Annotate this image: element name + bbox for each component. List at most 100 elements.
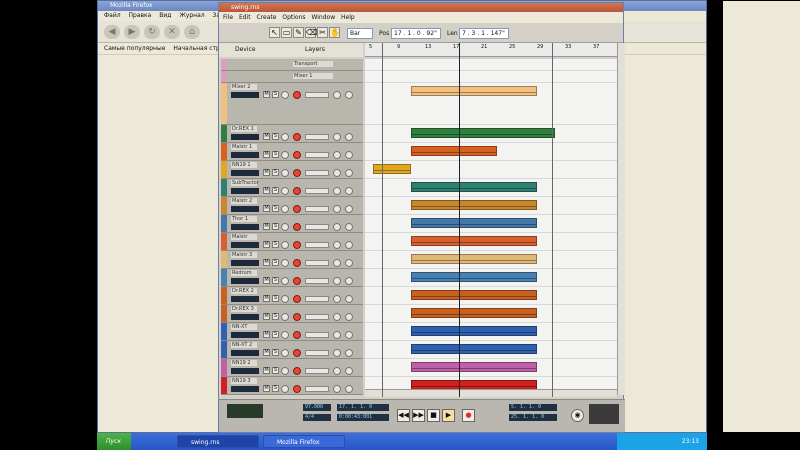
stop-icon[interactable]: ✕ <box>164 25 180 39</box>
mute-button[interactable]: M <box>263 367 270 374</box>
track-lane[interactable] <box>365 197 617 215</box>
record-arm-button[interactable] <box>293 133 301 141</box>
record-arm-button[interactable] <box>293 205 301 213</box>
track-row[interactable]: Dr.REX 3 MS <box>221 305 363 323</box>
io-select[interactable] <box>305 188 329 194</box>
record-arm-button[interactable] <box>293 151 301 159</box>
track-lane[interactable] <box>365 233 617 251</box>
envelope-icon[interactable] <box>333 367 341 375</box>
io-select[interactable] <box>305 296 329 302</box>
io-select[interactable] <box>305 386 329 392</box>
timeline-ruler[interactable]: 5 9 13 17 21 25 29 33 37 <box>365 43 617 57</box>
track-row[interactable]: Dr.REX 2 MS <box>221 287 363 305</box>
vertical-scrollbar[interactable] <box>617 43 625 395</box>
solo-button[interactable]: S <box>272 331 279 338</box>
solo-button[interactable]: S <box>272 295 279 302</box>
track-name[interactable]: Malstr 2 <box>231 198 257 204</box>
fx-icon[interactable] <box>281 349 289 357</box>
media-item[interactable] <box>411 272 537 282</box>
mute-button[interactable]: M <box>263 187 270 194</box>
track-name[interactable]: Mixer 1 <box>293 73 333 79</box>
media-item[interactable] <box>411 146 497 156</box>
envelope-icon[interactable] <box>333 277 341 285</box>
menu-history[interactable]: Журнал <box>179 12 204 19</box>
home-icon[interactable]: ⌂ <box>184 25 200 39</box>
envelope-icon[interactable] <box>333 295 341 303</box>
track-row[interactable]: Mixer 2 MS <box>221 83 363 125</box>
pos-field[interactable]: 17 . 1 . 0 . 92" <box>391 28 441 39</box>
track-name[interactable]: Thor 1 <box>231 216 257 222</box>
solo-button[interactable]: S <box>272 241 279 248</box>
track-lane[interactable] <box>365 215 617 233</box>
track-name[interactable]: Dr.REX 2 <box>231 288 257 294</box>
phase-icon[interactable] <box>345 331 353 339</box>
start-button[interactable]: Пуск <box>97 433 131 450</box>
media-item[interactable] <box>411 218 537 228</box>
fx-icon[interactable] <box>281 295 289 303</box>
media-item[interactable] <box>411 362 537 372</box>
solo-button[interactable]: S <box>272 223 279 230</box>
time-display[interactable]: 0:00:43:001 <box>337 414 389 421</box>
solo-button[interactable]: S <box>272 205 279 212</box>
solo-button[interactable]: S <box>272 349 279 356</box>
io-select[interactable] <box>305 332 329 338</box>
track-lane[interactable] <box>365 179 617 197</box>
arrange-view[interactable] <box>365 59 617 395</box>
fx-icon[interactable] <box>281 91 289 99</box>
record-arm-button[interactable] <box>293 187 301 195</box>
menu-file[interactable]: Файл <box>104 12 121 19</box>
track-name[interactable]: NN19 3 <box>231 378 257 384</box>
solo-button[interactable]: S <box>272 259 279 266</box>
solo-button[interactable]: S <box>272 367 279 374</box>
media-item[interactable] <box>411 128 555 138</box>
track-name[interactable]: Malstr 3 <box>231 252 257 258</box>
mute-button[interactable]: M <box>263 331 270 338</box>
record-arm-button[interactable] <box>293 295 301 303</box>
media-item[interactable] <box>411 200 537 210</box>
fx-icon[interactable] <box>281 367 289 375</box>
phase-icon[interactable] <box>345 385 353 393</box>
track-row[interactable]: NN19 3 MS <box>221 377 363 395</box>
record-button[interactable]: ● <box>462 409 475 422</box>
track-row[interactable]: Thor 1 MS <box>221 215 363 233</box>
media-item[interactable] <box>411 308 537 318</box>
phase-icon[interactable] <box>345 313 353 321</box>
media-item[interactable] <box>373 164 411 174</box>
track-name[interactable]: Malstr 1 <box>231 144 257 150</box>
fx-icon[interactable] <box>281 133 289 141</box>
mute-button[interactable]: M <box>263 91 270 98</box>
mute-button[interactable]: M <box>263 169 270 176</box>
track-name[interactable]: Dr.REX 3 <box>231 306 257 312</box>
envelope-icon[interactable] <box>333 133 341 141</box>
menu-help[interactable]: Help <box>341 14 355 21</box>
record-arm-button[interactable] <box>293 223 301 231</box>
track-lane[interactable] <box>365 83 617 125</box>
track-row[interactable]: Redrum M S <box>221 269 363 287</box>
mute-button[interactable]: M <box>263 241 270 248</box>
io-select[interactable] <box>305 368 329 374</box>
phase-icon[interactable] <box>345 259 353 267</box>
solo-button[interactable]: S <box>272 91 279 98</box>
phase-icon[interactable] <box>345 277 353 285</box>
horizontal-scrollbar[interactable] <box>365 389 617 397</box>
solo-button[interactable]: S <box>272 385 279 392</box>
mute-button[interactable]: M <box>263 151 270 158</box>
track-row[interactable]: Malstr M S <box>221 233 363 251</box>
media-item[interactable] <box>411 86 537 96</box>
solo-button[interactable]: S <box>272 133 279 140</box>
pencil-tool-icon[interactable]: ✎ <box>293 27 304 38</box>
mute-button[interactable]: M <box>263 385 270 392</box>
fx-icon[interactable] <box>281 169 289 177</box>
fx-icon[interactable] <box>281 241 289 249</box>
io-select[interactable] <box>305 242 329 248</box>
solo-button[interactable]: S <box>272 151 279 158</box>
track-name[interactable]: SubTractor <box>231 180 259 186</box>
record-arm-button[interactable] <box>293 349 301 357</box>
envelope-icon[interactable] <box>333 169 341 177</box>
phase-icon[interactable] <box>345 349 353 357</box>
track-lane[interactable] <box>365 323 617 341</box>
io-select[interactable] <box>305 206 329 212</box>
phase-icon[interactable] <box>345 223 353 231</box>
signature-display[interactable]: 4/4 <box>303 414 331 421</box>
io-select[interactable] <box>305 278 329 284</box>
